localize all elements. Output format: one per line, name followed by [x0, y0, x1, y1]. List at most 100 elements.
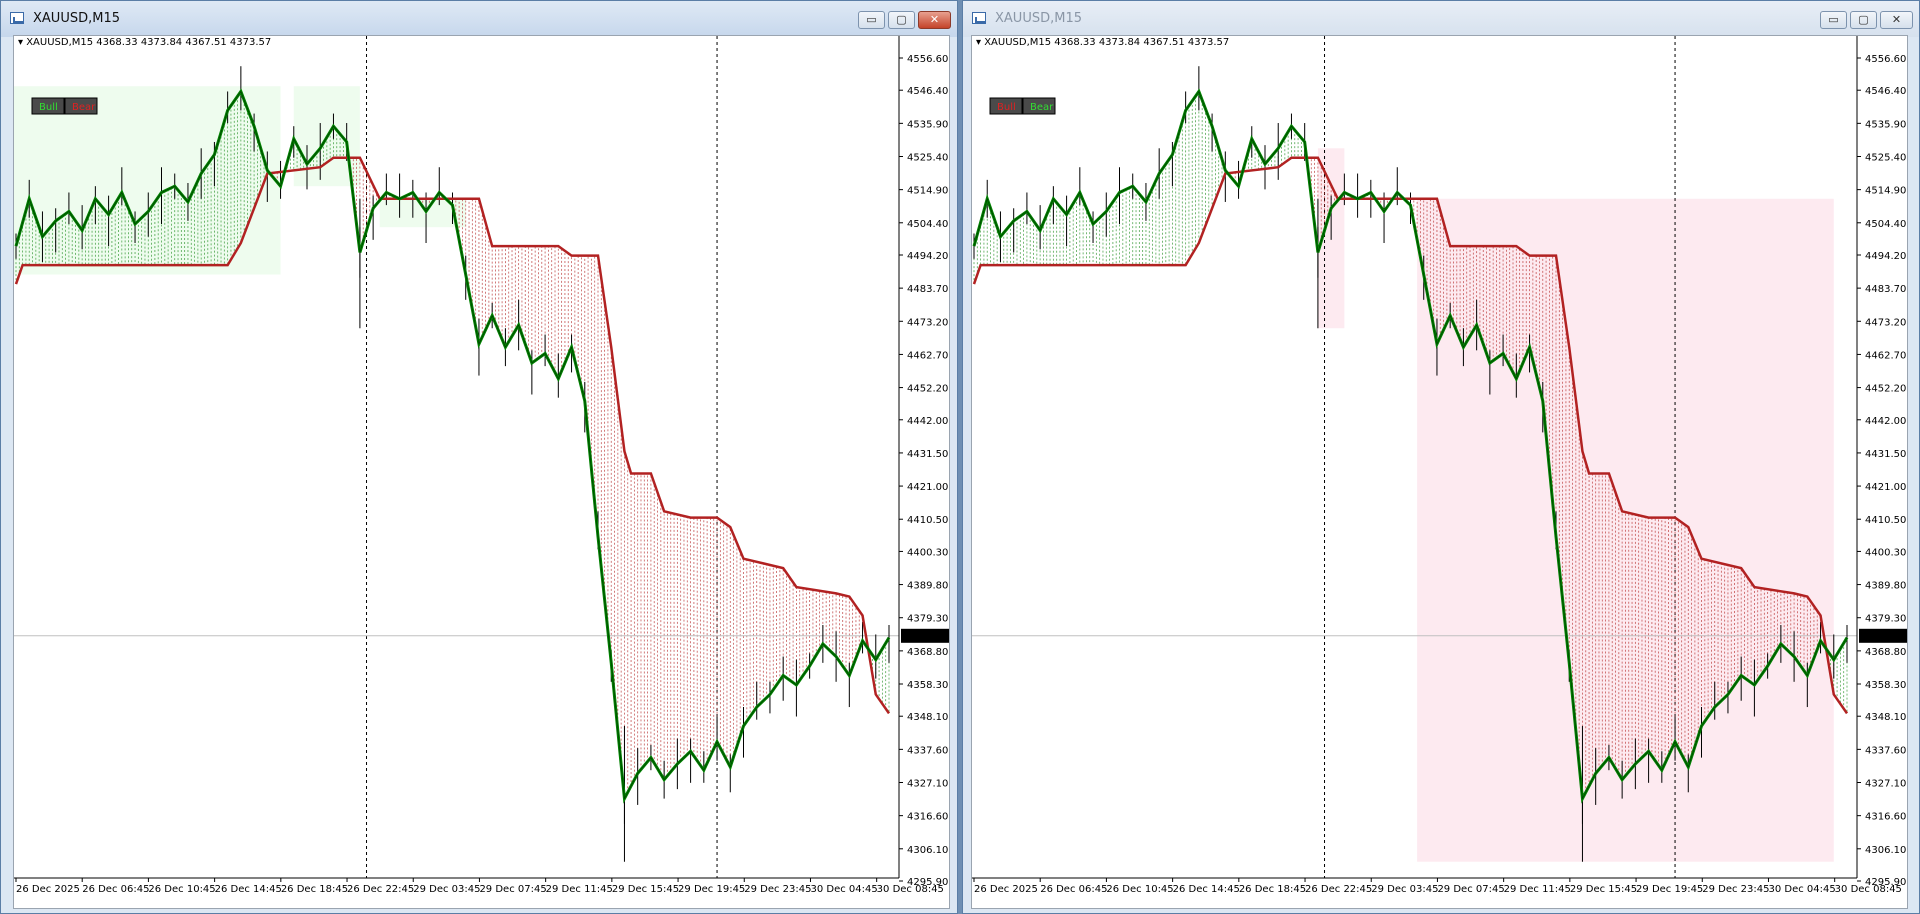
y-tick-label: 4546.40 — [1865, 86, 1906, 97]
minimize-button[interactable]: ▭ — [858, 11, 885, 29]
y-tick-label: 4483.70 — [1865, 284, 1906, 295]
symbol-ohlc-label: ▾ XAUUSD,M15 4368.33 4373.84 4367.51 437… — [976, 37, 1229, 48]
chart-area[interactable]: ▾ XAUUSD,M15 4368.33 4373.84 4367.51 437… — [13, 35, 950, 909]
x-tick-label: 29 Dec 11:45 — [1504, 884, 1571, 895]
x-tick-label: 26 Dec 18:45 — [281, 884, 348, 895]
close-button[interactable]: ✕ — [918, 11, 951, 29]
y-tick-label: 4462.70 — [907, 350, 948, 361]
maximize-button[interactable]: ▢ — [1850, 11, 1877, 29]
title-bar[interactable]: XAUUSD,M15 ▭ ▢ ✕ — [963, 1, 1919, 37]
x-tick-label: 26 Dec 2025 — [16, 884, 80, 895]
y-tick-label: 4546.40 — [907, 86, 948, 97]
y-tick-label: 4535.90 — [907, 119, 948, 130]
window-title: XAUUSD,M15 — [995, 11, 1082, 26]
y-tick-label: 4358.30 — [1865, 680, 1906, 691]
y-tick-label: 4442.00 — [907, 416, 948, 427]
y-tick-label: 4410.50 — [907, 515, 948, 526]
x-tick-label: 26 Dec 06:45 — [82, 884, 149, 895]
price-chart[interactable]: ▾ XAUUSD,M15 4368.33 4373.84 4367.51 437… — [972, 36, 1907, 908]
y-tick-label: 4348.10 — [907, 712, 948, 723]
y-tick-label: 4421.00 — [1865, 482, 1906, 493]
x-tick-label: 29 Dec 23:45 — [744, 884, 811, 895]
current-price-label: 4373.57 — [1862, 632, 1903, 643]
y-tick-label: 4462.70 — [1865, 350, 1906, 361]
toggle-button-label[interactable]: Bear — [72, 102, 96, 113]
y-tick-label: 4514.90 — [907, 186, 948, 197]
y-tick-label: 4379.30 — [1865, 614, 1906, 625]
x-tick-label: 30 Dec 08:45 — [877, 884, 944, 895]
y-tick-label: 4494.20 — [907, 251, 948, 262]
chart-area[interactable]: ▾ XAUUSD,M15 4368.33 4373.84 4367.51 437… — [971, 35, 1908, 909]
y-tick-label: 4504.40 — [1865, 219, 1906, 230]
window-title: XAUUSD,M15 — [33, 11, 120, 26]
x-tick-label: 26 Dec 18:45 — [1239, 884, 1306, 895]
chart-window-icon — [10, 12, 24, 24]
y-tick-label: 4389.80 — [907, 581, 948, 592]
y-tick-label: 4483.70 — [907, 284, 948, 295]
x-tick-label: 26 Dec 14:45 — [215, 884, 282, 895]
y-tick-label: 4306.10 — [907, 845, 948, 856]
x-tick-label: 26 Dec 2025 — [974, 884, 1038, 895]
y-tick-label: 4556.60 — [1865, 54, 1906, 65]
y-tick-label: 4556.60 — [907, 54, 948, 65]
x-tick-label: 29 Dec 19:45 — [678, 884, 745, 895]
close-button[interactable]: ✕ — [1880, 11, 1913, 29]
y-tick-label: 4316.60 — [907, 812, 948, 823]
y-tick-label: 4368.80 — [1865, 647, 1906, 658]
x-tick-label: 26 Dec 22:45 — [1305, 884, 1372, 895]
x-tick-label: 26 Dec 06:45 — [1040, 884, 1107, 895]
chart-window-right[interactable]: XAUUSD,M15 ▭ ▢ ✕ ▾ XAUUSD,M15 4368.33 43… — [962, 0, 1920, 914]
y-tick-label: 4400.30 — [907, 547, 948, 558]
toggle-button-label[interactable]: Bull — [997, 102, 1016, 113]
x-tick-label: 30 Dec 04:45 — [1768, 884, 1835, 895]
x-tick-label: 26 Dec 22:45 — [347, 884, 414, 895]
y-tick-label: 4452.20 — [1865, 384, 1906, 395]
x-tick-label: 29 Dec 07:45 — [479, 884, 546, 895]
y-tick-label: 4306.10 — [1865, 845, 1906, 856]
x-tick-label: 26 Dec 14:45 — [1173, 884, 1240, 895]
y-tick-label: 4316.60 — [1865, 812, 1906, 823]
y-tick-label: 4431.50 — [907, 449, 948, 460]
y-tick-label: 4400.30 — [1865, 547, 1906, 558]
y-tick-label: 4337.60 — [1865, 745, 1906, 756]
current-price-label: 4373.57 — [904, 632, 945, 643]
toggle-button-label[interactable]: Bull — [39, 102, 58, 113]
y-tick-label: 4421.00 — [907, 482, 948, 493]
y-tick-label: 4535.90 — [1865, 119, 1906, 130]
symbol-ohlc-label: ▾ XAUUSD,M15 4368.33 4373.84 4367.51 437… — [18, 37, 271, 48]
x-tick-label: 26 Dec 10:45 — [1106, 884, 1173, 895]
y-tick-label: 4473.20 — [1865, 317, 1906, 328]
y-tick-label: 4431.50 — [1865, 449, 1906, 460]
y-tick-label: 4327.10 — [907, 779, 948, 790]
y-tick-label: 4327.10 — [1865, 779, 1906, 790]
y-tick-label: 4514.90 — [1865, 186, 1906, 197]
y-tick-label: 4368.80 — [907, 647, 948, 658]
x-tick-label: 29 Dec 19:45 — [1636, 884, 1703, 895]
y-tick-label: 4452.20 — [907, 384, 948, 395]
chart-window-left[interactable]: XAUUSD,M15 ▭ ▢ ✕ ▾ XAUUSD,M15 4368.33 43… — [0, 0, 958, 914]
y-tick-label: 4504.40 — [907, 219, 948, 230]
maximize-button[interactable]: ▢ — [888, 11, 915, 29]
y-tick-label: 4442.00 — [1865, 416, 1906, 427]
x-tick-label: 30 Dec 04:45 — [810, 884, 877, 895]
y-tick-label: 4473.20 — [907, 317, 948, 328]
y-tick-label: 4410.50 — [1865, 515, 1906, 526]
x-tick-label: 29 Dec 07:45 — [1437, 884, 1504, 895]
x-tick-label: 29 Dec 15:45 — [1570, 884, 1637, 895]
x-tick-label: 29 Dec 23:45 — [1702, 884, 1769, 895]
title-bar[interactable]: XAUUSD,M15 ▭ ▢ ✕ — [1, 1, 957, 37]
y-tick-label: 4337.60 — [907, 745, 948, 756]
x-tick-label: 29 Dec 03:45 — [413, 884, 480, 895]
x-tick-label: 26 Dec 10:45 — [148, 884, 215, 895]
y-tick-label: 4494.20 — [1865, 251, 1906, 262]
price-chart[interactable]: ▾ XAUUSD,M15 4368.33 4373.84 4367.51 437… — [14, 36, 949, 908]
y-tick-label: 4358.30 — [907, 680, 948, 691]
y-tick-label: 4525.40 — [907, 152, 948, 163]
y-tick-label: 4525.40 — [1865, 152, 1906, 163]
minimize-button[interactable]: ▭ — [1820, 11, 1847, 29]
y-tick-label: 4348.10 — [1865, 712, 1906, 723]
x-tick-label: 30 Dec 08:45 — [1835, 884, 1902, 895]
x-tick-label: 29 Dec 15:45 — [612, 884, 679, 895]
chart-window-icon — [972, 12, 986, 24]
toggle-button-label[interactable]: Bear — [1030, 102, 1054, 113]
